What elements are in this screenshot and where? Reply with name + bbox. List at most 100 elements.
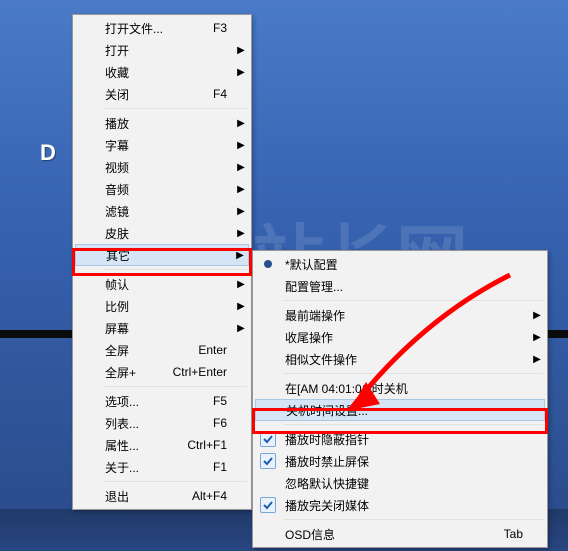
menu-item-filter[interactable]: 滤镜 ▶ <box>75 200 249 222</box>
shortcut-label: F5 <box>213 394 235 408</box>
submenu-arrow-icon: ▶ <box>235 279 247 290</box>
menu-item-video[interactable]: 视频 ▶ <box>75 156 249 178</box>
menu-item-label: 音频 <box>101 181 235 198</box>
menu-separator <box>103 386 247 387</box>
menu-separator <box>283 424 543 425</box>
submenu-arrow-icon: ▶ <box>235 140 247 151</box>
menu-item-playlist[interactable]: 列表... F6 <box>75 412 249 434</box>
menu-item-screen[interactable]: 屏幕 ▶ <box>75 317 249 339</box>
menu-item-properties[interactable]: 属性... Ctrl+F1 <box>75 434 249 456</box>
shortcut-label: Enter <box>198 343 235 357</box>
menu-item-wrapup[interactable]: 收尾操作 ▶ <box>255 326 545 348</box>
menu-item-label: 屏幕 <box>101 320 235 337</box>
menu-item-shutdown-at[interactable]: 在[AM 04:01:01]时关机 <box>255 377 545 399</box>
menu-item-label: 播放 <box>101 115 235 132</box>
menu-item-similar-files[interactable]: 相似文件操作 ▶ <box>255 348 545 370</box>
menu-item-close[interactable]: 关闭 F4 <box>75 83 249 105</box>
menu-separator <box>103 269 247 270</box>
menu-item-other[interactable]: 其它 ▶ <box>75 244 249 266</box>
menu-item-exit[interactable]: 退出 Alt+F4 <box>75 485 249 507</box>
checked-icon <box>260 497 276 513</box>
menu-item-hide-pointer[interactable]: 播放时隐蔽指针 <box>255 428 545 450</box>
shortcut-label: F4 <box>213 87 235 101</box>
menu-item-open[interactable]: 打开 ▶ <box>75 39 249 61</box>
menu-item-label: *默认配置 <box>281 256 531 273</box>
menu-item-label: 视频 <box>101 159 235 176</box>
menu-separator <box>103 108 247 109</box>
menu-item-osd-info[interactable]: OSD信息 Tab <box>255 523 545 545</box>
menu-item-label: 关于... <box>101 459 213 476</box>
menu-item-label: 打开文件... <box>101 20 213 37</box>
menu-separator <box>283 519 543 520</box>
submenu-other: *默认配置 配置管理... 最前端操作 ▶ 收尾操作 ▶ 相似文件操作 ▶ 在[… <box>252 250 548 548</box>
menu-item-ignore-shortcuts[interactable]: 忽略默认快捷键 <box>255 472 545 494</box>
menu-item-label: 播放完关闭媒体 <box>281 497 531 514</box>
menu-separator <box>103 481 247 482</box>
context-menu-main: 打开文件... F3 打开 ▶ 收藏 ▶ 关闭 F4 播放 ▶ 字幕 ▶ 视频 … <box>72 14 252 510</box>
menu-item-favorites[interactable]: 收藏 ▶ <box>75 61 249 83</box>
menu-item-fullscreen-plus[interactable]: 全屏+ Ctrl+Enter <box>75 361 249 383</box>
menu-item-label: 属性... <box>101 437 187 454</box>
shortcut-label: Tab <box>504 527 531 541</box>
menu-item-fullscreen[interactable]: 全屏 Enter <box>75 339 249 361</box>
submenu-arrow-icon: ▶ <box>531 332 543 343</box>
menu-item-fps[interactable]: 帧认 ▶ <box>75 273 249 295</box>
menu-item-label: 播放时禁止屏保 <box>281 453 531 470</box>
menu-item-ratio[interactable]: 比例 ▶ <box>75 295 249 317</box>
menu-item-label: 播放时隐蔽指针 <box>281 431 531 448</box>
menu-item-audio[interactable]: 音频 ▶ <box>75 178 249 200</box>
menu-item-label: 最前端操作 <box>281 307 531 324</box>
menu-item-label: 忽略默认快捷键 <box>281 475 531 492</box>
submenu-arrow-icon: ▶ <box>235 67 247 78</box>
submenu-arrow-icon: ▶ <box>531 354 543 365</box>
menu-item-label: 选项... <box>101 393 213 410</box>
submenu-arrow-icon: ▶ <box>235 323 247 334</box>
menu-item-label: 关闭 <box>101 86 213 103</box>
menu-item-subtitle[interactable]: 字幕 ▶ <box>75 134 249 156</box>
submenu-arrow-icon: ▶ <box>235 118 247 129</box>
shortcut-label: F3 <box>213 21 235 35</box>
menu-item-topmost[interactable]: 最前端操作 ▶ <box>255 304 545 326</box>
menu-item-default-config[interactable]: *默认配置 <box>255 253 545 275</box>
menu-item-label: 比例 <box>101 298 235 315</box>
menu-item-label: 其它 <box>102 247 234 264</box>
shortcut-label: Alt+F4 <box>192 489 235 503</box>
menu-item-options[interactable]: 选项... F5 <box>75 390 249 412</box>
menu-item-label: 收尾操作 <box>281 329 531 346</box>
radio-selected-icon <box>265 261 271 267</box>
menu-item-label: 收藏 <box>101 64 235 81</box>
submenu-arrow-icon: ▶ <box>235 184 247 195</box>
menu-item-no-screensaver[interactable]: 播放时禁止屏保 <box>255 450 545 472</box>
menu-item-label: 关机时间设置... <box>282 402 530 419</box>
submenu-arrow-icon: ▶ <box>234 250 246 261</box>
desktop-window-label: D <box>40 140 56 166</box>
submenu-arrow-icon: ▶ <box>531 310 543 321</box>
menu-item-label: 全屏 <box>101 342 198 359</box>
menu-item-shutdown-time-settings[interactable]: 关机时间设置... <box>255 399 545 421</box>
menu-item-label: 皮肤 <box>101 225 235 242</box>
menu-item-label: 相似文件操作 <box>281 351 531 368</box>
menu-item-label: 全屏+ <box>101 364 173 381</box>
menu-item-label: 打开 <box>101 42 235 59</box>
menu-item-label: 退出 <box>101 488 192 505</box>
menu-item-close-on-finish[interactable]: 播放完关闭媒体 <box>255 494 545 516</box>
submenu-arrow-icon: ▶ <box>235 162 247 173</box>
submenu-arrow-icon: ▶ <box>235 206 247 217</box>
menu-item-config-manager[interactable]: 配置管理... <box>255 275 545 297</box>
menu-item-label: OSD信息 <box>281 526 504 543</box>
shortcut-label: Ctrl+F1 <box>187 438 235 452</box>
menu-item-label: 配置管理... <box>281 278 531 295</box>
menu-item-about[interactable]: 关于... F1 <box>75 456 249 478</box>
menu-item-open-file[interactable]: 打开文件... F3 <box>75 17 249 39</box>
shortcut-label: F1 <box>213 460 235 474</box>
menu-item-play[interactable]: 播放 ▶ <box>75 112 249 134</box>
menu-item-label: 字幕 <box>101 137 235 154</box>
menu-item-label: 滤镜 <box>101 203 235 220</box>
menu-item-skin[interactable]: 皮肤 ▶ <box>75 222 249 244</box>
shortcut-label: F6 <box>213 416 235 430</box>
menu-separator <box>283 300 543 301</box>
checked-icon <box>260 431 276 447</box>
menu-separator <box>283 373 543 374</box>
menu-item-label: 在[AM 04:01:01]时关机 <box>281 380 531 397</box>
submenu-arrow-icon: ▶ <box>235 228 247 239</box>
